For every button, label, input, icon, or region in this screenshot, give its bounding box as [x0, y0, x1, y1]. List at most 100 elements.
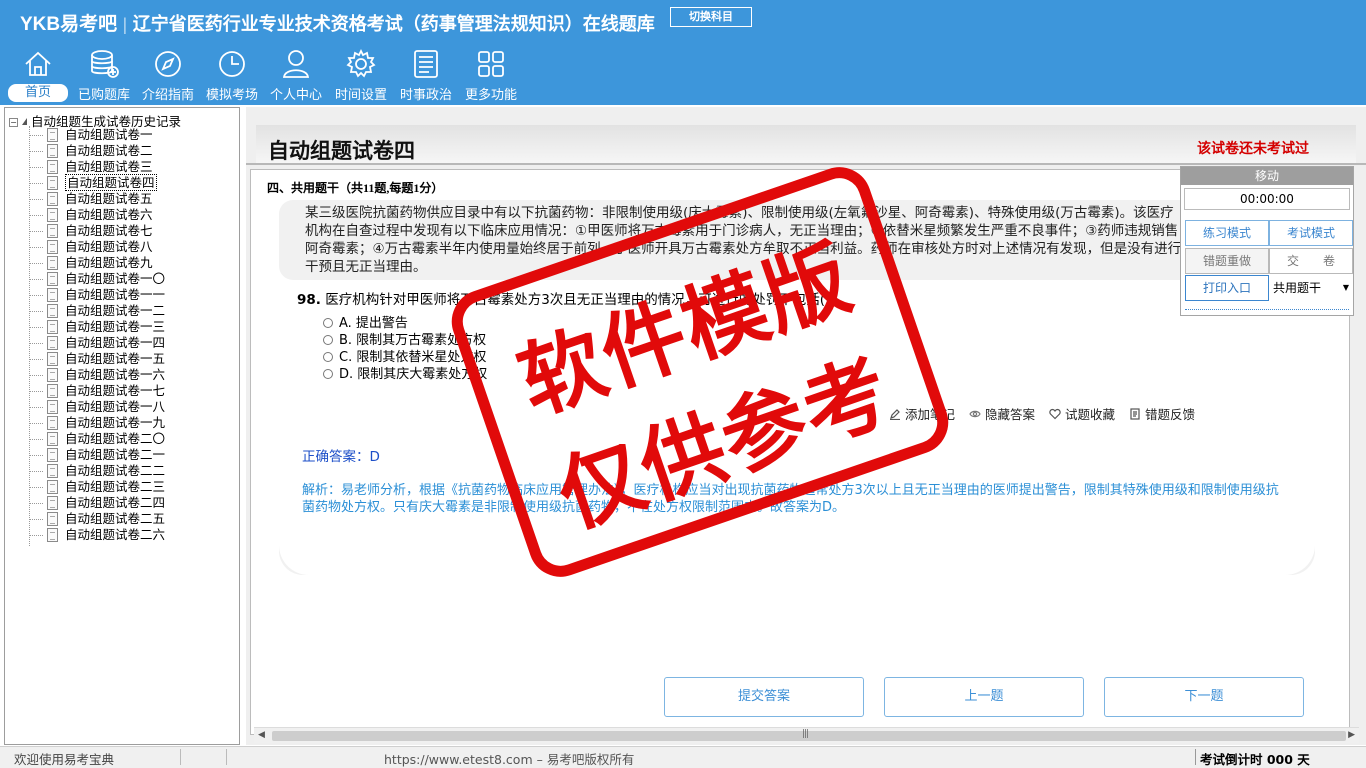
- document-icon: [47, 176, 58, 190]
- user-icon: [282, 50, 310, 78]
- option-d[interactable]: D. 限制其庆大霉素处方权: [323, 363, 487, 382]
- panel-scroll-indicator: [1185, 309, 1349, 315]
- scrollbar-thumb[interactable]: |||: [272, 729, 1346, 741]
- add-note-button[interactable]: 添加笔记: [889, 404, 955, 423]
- tree-item[interactable]: 自动组题试卷一六: [5, 367, 165, 383]
- tree-item[interactable]: 自动组题试卷一二: [5, 303, 165, 319]
- tree-item-label: 自动组题试卷一一: [65, 287, 166, 302]
- dropdown-arrow-icon[interactable]: ▼: [1343, 275, 1349, 301]
- tree-item[interactable]: 自动组题试卷二五: [5, 511, 165, 527]
- tree-item[interactable]: 自动组题试卷一五: [5, 351, 165, 367]
- nav-purchased-banks[interactable]: 已购题库: [72, 47, 136, 105]
- tree-item[interactable]: 自动组题试卷二四: [5, 495, 165, 511]
- tree-item[interactable]: 自动组题试卷一八: [5, 399, 165, 415]
- app-title: 辽宁省医药行业专业技术资格考试（药事管理法规知识）在线题库: [132, 14, 655, 34]
- tree-item[interactable]: 自动组题试卷二六: [5, 527, 165, 543]
- nav-time-settings[interactable]: 时间设置: [329, 47, 393, 105]
- tree-items: 自动组题试卷一 自动组题试卷二 自动组题试卷三 自动组题试卷四 自动组题试卷五 自动组题试…: [5, 127, 165, 543]
- tree-item[interactable]: 自动组题试卷一四: [5, 335, 165, 351]
- tree-item[interactable]: 自动组题试卷二: [5, 143, 165, 159]
- top-banner: YKB易考吧 | 辽宁省医药行业专业技术资格考试（药事管理法规知识）在线题库 切换科…: [0, 0, 1366, 105]
- radio-icon[interactable]: [323, 318, 333, 328]
- next-question-button[interactable]: 下一题: [1104, 677, 1304, 717]
- tree-item[interactable]: 自动组题试卷八: [5, 239, 165, 255]
- tree-item[interactable]: 自动组题试卷四: [5, 174, 165, 191]
- document-icon: [47, 384, 58, 398]
- tree-item-label: 自动组题试卷八: [65, 239, 153, 254]
- status-divider: [180, 749, 181, 765]
- question-type-select[interactable]: 共用题干 ▼: [1271, 275, 1353, 301]
- document-icon: [47, 144, 58, 158]
- tree-item-label: 自动组题试卷一八: [65, 399, 166, 414]
- practice-mode-button[interactable]: 练习模式: [1185, 220, 1269, 246]
- redo-wrong-button[interactable]: 错题重做: [1185, 248, 1269, 274]
- document-icon: [47, 224, 58, 238]
- scroll-left-icon[interactable]: ◀: [258, 730, 265, 740]
- radio-icon[interactable]: [323, 335, 333, 345]
- question-card-body: 98. 医疗机构针对甲医师将万古霉素处方3次且无正当理由的情况，可进行的处罚不包…: [279, 280, 1315, 575]
- nav-current-affairs[interactable]: 时事政治: [394, 47, 458, 105]
- exam-status-text: 该试卷还未考试过: [1197, 142, 1309, 157]
- collapse-icon[interactable]: −: [9, 118, 18, 127]
- nav-guide[interactable]: 介绍指南: [136, 47, 200, 105]
- document-icon: [47, 192, 58, 206]
- tree-item[interactable]: 自动组题试卷二二: [5, 463, 165, 479]
- document-icon: [47, 336, 58, 350]
- grid-icon: [478, 51, 504, 77]
- tree-item[interactable]: 自动组题试卷三: [5, 159, 165, 175]
- add-note-label: 添加笔记: [905, 407, 956, 422]
- welcome-text: 欢迎使用易考宝典: [14, 752, 115, 767]
- previous-question-button[interactable]: 上一题: [884, 677, 1084, 717]
- print-entry-button[interactable]: 打印入口: [1185, 275, 1269, 301]
- tree-item-label: 自动组题试卷九: [65, 255, 153, 270]
- nav-label: 时事政治: [399, 88, 452, 103]
- nav-home[interactable]: 首页: [6, 47, 70, 105]
- document-icon: [47, 464, 58, 478]
- nav-profile[interactable]: 个人中心: [264, 47, 328, 105]
- eye-icon: [969, 410, 981, 418]
- app-header: YKB易考吧 | 辽宁省医药行业专业技术资格考试（药事管理法规知识）在线题库: [20, 9, 655, 36]
- tree-item[interactable]: 自动组题试卷九: [5, 255, 165, 271]
- status-divider: [1195, 749, 1196, 765]
- question-number: 98.: [297, 292, 321, 308]
- tree-item[interactable]: 自动组题试卷一三: [5, 319, 165, 335]
- tree-item[interactable]: 自动组题试卷一〇: [5, 271, 165, 287]
- home-icon: [25, 51, 51, 76]
- document-icon: [47, 304, 58, 318]
- tree-item-label: 自动组题试卷二: [65, 143, 153, 158]
- nav-label: 介绍指南: [141, 88, 194, 103]
- question-body: 医疗机构针对甲医师将万古霉素处方3次且无正当理由的情况，可进行的处罚不包括( ): [325, 292, 835, 308]
- report-error-button[interactable]: 错题反馈: [1129, 404, 1195, 423]
- tree-item[interactable]: 自动组题试卷二一: [5, 447, 165, 463]
- radio-icon[interactable]: [323, 352, 333, 362]
- scroll-right-icon[interactable]: ▶: [1348, 730, 1355, 740]
- switch-subject-button[interactable]: 切换科目: [670, 7, 752, 27]
- document-icon: [47, 240, 58, 254]
- tree-item-label: 自动组题试卷二五: [65, 511, 166, 526]
- nav-mock-exam[interactable]: 模拟考场: [200, 47, 264, 105]
- exam-timer: 00:00:00: [1184, 188, 1350, 210]
- hide-answer-button[interactable]: 隐藏答案: [969, 404, 1035, 423]
- tree-item[interactable]: 自动组题试卷一七: [5, 383, 165, 399]
- tree-item[interactable]: 自动组题试卷一九: [5, 415, 165, 431]
- section-heading: 四、共用题干（共11题,每题1分）: [267, 181, 444, 195]
- nav-more-features[interactable]: 更多功能: [459, 47, 523, 105]
- tree-item[interactable]: 自动组题试卷一一: [5, 287, 165, 303]
- exam-mode-button[interactable]: 考试模式: [1269, 220, 1353, 246]
- tree-item-label: 自动组题试卷二四: [65, 495, 166, 510]
- tree-item-label: 自动组题试卷二一: [65, 447, 166, 462]
- radio-icon[interactable]: [323, 369, 333, 379]
- select-value: 共用题干: [1273, 281, 1322, 295]
- panel-drag-handle[interactable]: 移动: [1181, 167, 1353, 185]
- tree-item[interactable]: 自动组题试卷七: [5, 223, 165, 239]
- favorite-question-button[interactable]: 试题收藏: [1049, 404, 1115, 423]
- hand-in-button[interactable]: 交 卷: [1269, 248, 1353, 274]
- tree-item[interactable]: 自动组题试卷二三: [5, 479, 165, 495]
- tree-item[interactable]: 自动组题试卷五: [5, 191, 165, 207]
- tree-item[interactable]: 自动组题试卷二〇: [5, 431, 165, 447]
- question-text: 98. 医疗机构针对甲医师将万古霉素处方3次且无正当理由的情况，可进行的处罚不包…: [297, 288, 835, 308]
- horizontal-scrollbar[interactable]: ◀ ||| ▶: [254, 727, 1359, 743]
- submit-answer-button[interactable]: 提交答案: [664, 677, 864, 717]
- tree-item[interactable]: 自动组题试卷六: [5, 207, 165, 223]
- tree-item[interactable]: 自动组题试卷一: [5, 127, 165, 143]
